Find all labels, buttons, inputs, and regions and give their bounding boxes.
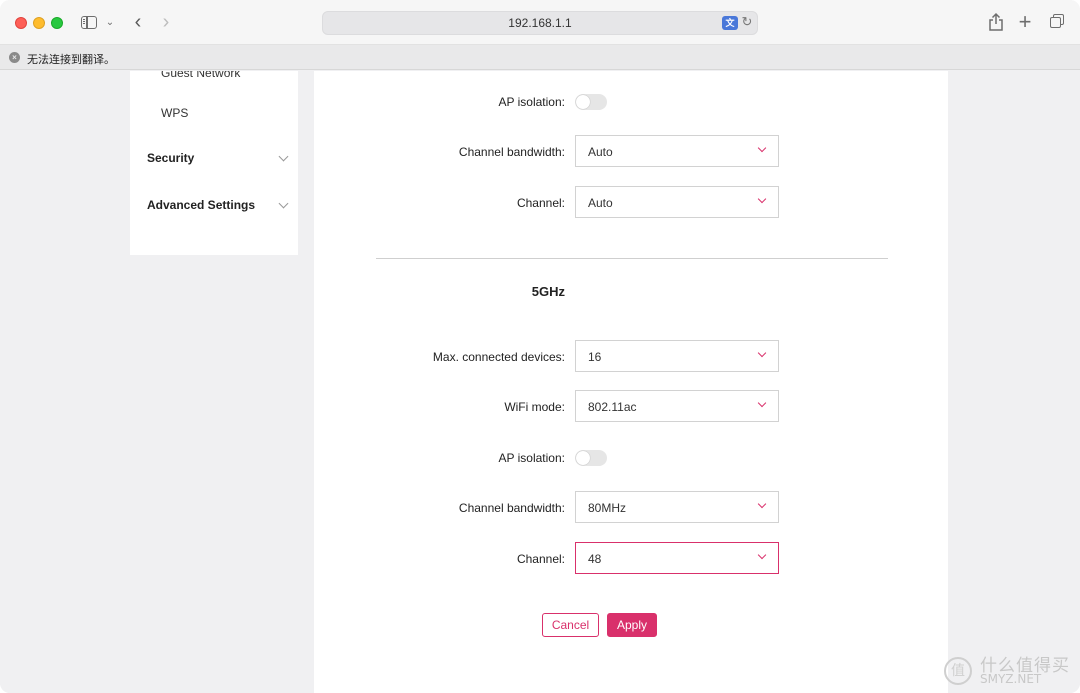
- channel-select[interactable]: Auto: [575, 186, 779, 218]
- wifi-mode-label: WiFi mode:: [504, 400, 565, 414]
- channel-label: Channel:: [516, 196, 565, 210]
- select-value: 80MHz: [588, 501, 627, 515]
- ap-isolation-toggle[interactable]: [575, 450, 607, 466]
- channel-bandwidth-select[interactable]: Auto: [575, 135, 779, 167]
- select-value: 802.11ac: [588, 400, 637, 414]
- chevron-down-icon: [757, 502, 767, 510]
- close-icon[interactable]: ×: [9, 52, 20, 63]
- browser-toolbar: ⌄ ‹ › 192.168.1.1 文 ↻ +: [0, 0, 1080, 45]
- watermark-text-block: 什么值得买 SMYZ.NET: [980, 657, 1070, 686]
- sidebar-item-guest-network[interactable]: Guest Network: [161, 71, 240, 80]
- select-value: Auto: [588, 196, 613, 210]
- sidebar: Guest Network WPS Security Advanced Sett…: [130, 71, 298, 255]
- tab-overview-icon[interactable]: [1046, 11, 1066, 33]
- sidebar-item-advanced-settings[interactable]: Advanced Settings: [147, 198, 255, 212]
- select-value: 16: [588, 350, 602, 364]
- chevron-down-icon[interactable]: [278, 153, 288, 163]
- section-divider: [376, 258, 888, 259]
- ap-isolation-toggle[interactable]: [575, 94, 607, 110]
- share-icon[interactable]: [986, 11, 1006, 33]
- wireless-settings-panel: AP isolation: Channel bandwidth: Auto Ch…: [314, 71, 948, 693]
- channel-bandwidth-label: Channel bandwidth:: [458, 145, 565, 159]
- select-value: 48: [588, 552, 602, 566]
- ap-isolation-label: AP isolation:: [498, 451, 566, 465]
- chevron-down-icon[interactable]: ⌄: [104, 11, 116, 33]
- sidebar-item-wps[interactable]: WPS: [161, 106, 188, 120]
- forward-icon[interactable]: ›: [158, 11, 174, 33]
- sidebar-item-security[interactable]: Security: [147, 151, 194, 165]
- channel-bandwidth-label: Channel bandwidth:: [458, 501, 565, 515]
- address-bar[interactable]: 192.168.1.1 文 ↻: [322, 11, 758, 35]
- channel-label: Channel:: [516, 552, 565, 566]
- cancel-button[interactable]: Cancel: [542, 613, 599, 637]
- apply-button[interactable]: Apply: [607, 613, 657, 637]
- chevron-down-icon: [757, 146, 767, 154]
- select-value: Auto: [588, 145, 613, 159]
- translation-notice: × 无法连接到翻译。: [0, 45, 1080, 70]
- translate-icon[interactable]: 文: [722, 16, 738, 30]
- reload-icon[interactable]: ↻: [740, 14, 754, 30]
- watermark: 值 什么值得买 SMYZ.NET: [944, 657, 1070, 685]
- back-icon[interactable]: ‹: [130, 11, 146, 33]
- section-title-5ghz: 5GHz: [531, 284, 565, 299]
- chevron-down-icon[interactable]: [278, 200, 288, 210]
- ap-isolation-label: AP isolation:: [498, 95, 566, 109]
- new-tab-icon[interactable]: +: [1015, 9, 1035, 34]
- max-devices-select[interactable]: 16: [575, 340, 779, 372]
- max-devices-label: Max. connected devices:: [432, 350, 565, 364]
- chevron-down-icon: [757, 553, 767, 561]
- channel-bandwidth-select[interactable]: 80MHz: [575, 491, 779, 523]
- zoom-window-button[interactable]: [51, 17, 63, 29]
- chevron-down-icon: [757, 401, 767, 409]
- channel-select[interactable]: 48: [575, 542, 779, 574]
- close-window-button[interactable]: [15, 17, 27, 29]
- notice-text: 无法连接到翻译。: [27, 53, 115, 66]
- minimize-window-button[interactable]: [33, 17, 45, 29]
- url-text: 192.168.1.1: [508, 16, 572, 30]
- router-page: Guest Network WPS Security Advanced Sett…: [0, 71, 1080, 693]
- watermark-subtext: SMYZ.NET: [980, 671, 1042, 686]
- sidebar-toggle-icon[interactable]: [79, 11, 99, 33]
- chevron-down-icon: [757, 351, 767, 359]
- watermark-logo: 值: [944, 657, 972, 685]
- wifi-mode-select[interactable]: 802.11ac: [575, 390, 779, 422]
- browser-window: ⌄ ‹ › 192.168.1.1 文 ↻ + × 无法连接到翻译。 Guest…: [0, 0, 1080, 693]
- chevron-down-icon: [757, 197, 767, 205]
